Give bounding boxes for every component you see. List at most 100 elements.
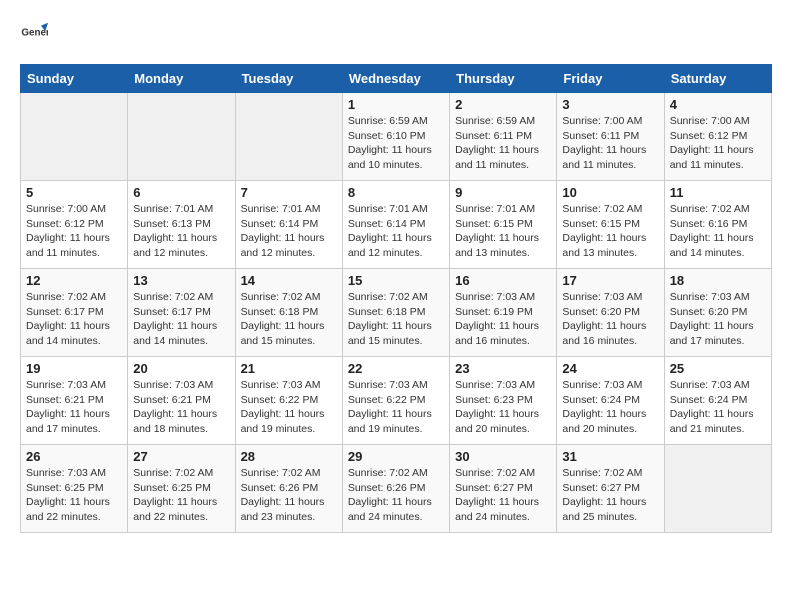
- calendar-cell: 30 Sunrise: 7:02 AMSunset: 6:27 PMDayligh…: [450, 445, 557, 533]
- day-info: Sunrise: 7:00 AMSunset: 6:12 PMDaylight:…: [26, 202, 122, 261]
- day-info: Sunrise: 7:03 AMSunset: 6:24 PMDaylight:…: [562, 378, 658, 437]
- day-number: 21: [241, 361, 337, 376]
- day-number: 22: [348, 361, 444, 376]
- calendar-cell: 15 Sunrise: 7:02 AMSunset: 6:18 PMDayligh…: [342, 269, 449, 357]
- calendar-cell: 27Sunrise: 7:02 AMSunset: 6:25 PMDayligh…: [128, 445, 235, 533]
- day-info: Sunrise: 7:02 AMSunset: 6:18 PMDaylight:…: [241, 290, 337, 349]
- day-info: Sunrise: 7:02 AMSunset: 6:16 PMDaylight:…: [670, 202, 766, 261]
- weekday-header: Saturday: [664, 65, 771, 93]
- day-info: Sunrise: 6:59 AMSunset: 6:10 PMDaylight:…: [348, 114, 444, 173]
- calendar-cell: 9Sunrise: 7:01 AMSunset: 6:15 PMDaylight…: [450, 181, 557, 269]
- day-info: Sunrise: 7:02 AMSunset: 6:26 PMDaylight:…: [348, 466, 444, 525]
- day-info: Sunrise: 7:01 AMSunset: 6:14 PMDaylight:…: [241, 202, 337, 261]
- calendar-week-row: 12Sunrise: 7:02 AMSunset: 6:17 PMDayligh…: [21, 269, 772, 357]
- day-info: Sunrise: 7:03 AMSunset: 6:23 PMDaylight:…: [455, 378, 551, 437]
- day-number: 1: [348, 97, 444, 112]
- weekday-header: Tuesday: [235, 65, 342, 93]
- day-info: Sunrise: 7:03 AMSunset: 6:24 PMDaylight:…: [670, 378, 766, 437]
- calendar-cell: 5Sunrise: 7:00 AMSunset: 6:12 PMDaylight…: [21, 181, 128, 269]
- calendar-header: SundayMondayTuesdayWednesdayThursdayFrid…: [21, 65, 772, 93]
- calendar-cell: 20 Sunrise: 7:03 AMSunset: 6:21 PMDayligh…: [128, 357, 235, 445]
- day-number: 7: [241, 185, 337, 200]
- calendar-cell: 28 Sunrise: 7:02 AMSunset: 6:26 PMDayligh…: [235, 445, 342, 533]
- day-info: Sunrise: 7:01 AMSunset: 6:13 PMDaylight:…: [133, 202, 229, 261]
- weekday-header: Thursday: [450, 65, 557, 93]
- day-number: 20: [133, 361, 229, 376]
- calendar-cell: 14 Sunrise: 7:02 AMSunset: 6:18 PMDayligh…: [235, 269, 342, 357]
- day-info: Sunrise: 7:02 AMSunset: 6:27 PMDaylight:…: [562, 466, 658, 525]
- calendar-body: 1 Sunrise: 6:59 AMSunset: 6:10 PMDaylight…: [21, 93, 772, 533]
- calendar-cell: 4Sunrise: 7:00 AMSunset: 6:12 PMDaylight…: [664, 93, 771, 181]
- day-number: 28: [241, 449, 337, 464]
- calendar-cell: 11 Sunrise: 7:02 AMSunset: 6:16 PMDayligh…: [664, 181, 771, 269]
- calendar-cell: 13Sunrise: 7:02 AMSunset: 6:17 PMDayligh…: [128, 269, 235, 357]
- day-info: Sunrise: 7:01 AMSunset: 6:15 PMDaylight:…: [455, 202, 551, 261]
- weekday-header: Monday: [128, 65, 235, 93]
- day-number: 24: [562, 361, 658, 376]
- day-number: 2: [455, 97, 551, 112]
- calendar-cell: 25 Sunrise: 7:03 AMSunset: 6:24 PMDayligh…: [664, 357, 771, 445]
- day-number: 11: [670, 185, 766, 200]
- calendar-week-row: 26 Sunrise: 7:03 AMSunset: 6:25 PMDayligh…: [21, 445, 772, 533]
- page-header: General: [20, 20, 772, 48]
- calendar-cell: 2Sunrise: 6:59 AMSunset: 6:11 PMDaylight…: [450, 93, 557, 181]
- day-info: Sunrise: 7:02 AMSunset: 6:27 PMDaylight:…: [455, 466, 551, 525]
- calendar-cell: 8Sunrise: 7:01 AMSunset: 6:14 PMDaylight…: [342, 181, 449, 269]
- calendar-week-row: 5Sunrise: 7:00 AMSunset: 6:12 PMDaylight…: [21, 181, 772, 269]
- calendar-cell: 1 Sunrise: 6:59 AMSunset: 6:10 PMDaylight…: [342, 93, 449, 181]
- day-info: Sunrise: 7:02 AMSunset: 6:15 PMDaylight:…: [562, 202, 658, 261]
- day-info: Sunrise: 7:03 AMSunset: 6:21 PMDaylight:…: [133, 378, 229, 437]
- day-number: 15: [348, 273, 444, 288]
- logo-icon: General: [20, 20, 48, 48]
- calendar-cell: [664, 445, 771, 533]
- day-number: 6: [133, 185, 229, 200]
- day-info: Sunrise: 7:03 AMSunset: 6:25 PMDaylight:…: [26, 466, 122, 525]
- calendar-cell: 16 Sunrise: 7:03 AMSunset: 6:19 PMDayligh…: [450, 269, 557, 357]
- day-number: 12: [26, 273, 122, 288]
- day-number: 25: [670, 361, 766, 376]
- day-info: Sunrise: 7:03 AMSunset: 6:20 PMDaylight:…: [562, 290, 658, 349]
- day-info: Sunrise: 7:02 AMSunset: 6:26 PMDaylight:…: [241, 466, 337, 525]
- day-number: 26: [26, 449, 122, 464]
- day-info: Sunrise: 7:03 AMSunset: 6:19 PMDaylight:…: [455, 290, 551, 349]
- day-info: Sunrise: 7:03 AMSunset: 6:22 PMDaylight:…: [348, 378, 444, 437]
- day-number: 10: [562, 185, 658, 200]
- day-number: 3: [562, 97, 658, 112]
- day-number: 18: [670, 273, 766, 288]
- day-number: 13: [133, 273, 229, 288]
- weekday-header: Wednesday: [342, 65, 449, 93]
- calendar-cell: 18 Sunrise: 7:03 AMSunset: 6:20 PMDayligh…: [664, 269, 771, 357]
- day-number: 17: [562, 273, 658, 288]
- day-number: 31: [562, 449, 658, 464]
- calendar-week-row: 1 Sunrise: 6:59 AMSunset: 6:10 PMDaylight…: [21, 93, 772, 181]
- calendar-cell: 29 Sunrise: 7:02 AMSunset: 6:26 PMDayligh…: [342, 445, 449, 533]
- day-number: 27: [133, 449, 229, 464]
- calendar-cell: 7 Sunrise: 7:01 AMSunset: 6:14 PMDaylight…: [235, 181, 342, 269]
- day-number: 4: [670, 97, 766, 112]
- calendar-cell: 10 Sunrise: 7:02 AMSunset: 6:15 PMDayligh…: [557, 181, 664, 269]
- day-info: Sunrise: 7:03 AMSunset: 6:21 PMDaylight:…: [26, 378, 122, 437]
- calendar-cell: 6 Sunrise: 7:01 AMSunset: 6:13 PMDaylight…: [128, 181, 235, 269]
- day-number: 30: [455, 449, 551, 464]
- calendar-cell: 26 Sunrise: 7:03 AMSunset: 6:25 PMDayligh…: [21, 445, 128, 533]
- weekday-row: SundayMondayTuesdayWednesdayThursdayFrid…: [21, 65, 772, 93]
- day-number: 23: [455, 361, 551, 376]
- calendar-cell: 24 Sunrise: 7:03 AMSunset: 6:24 PMDayligh…: [557, 357, 664, 445]
- day-number: 16: [455, 273, 551, 288]
- logo: General: [20, 20, 52, 48]
- calendar-cell: 23 Sunrise: 7:03 AMSunset: 6:23 PMDayligh…: [450, 357, 557, 445]
- calendar-cell: [128, 93, 235, 181]
- day-info: Sunrise: 7:02 AMSunset: 6:18 PMDaylight:…: [348, 290, 444, 349]
- calendar-cell: 12Sunrise: 7:02 AMSunset: 6:17 PMDayligh…: [21, 269, 128, 357]
- day-info: Sunrise: 7:03 AMSunset: 6:22 PMDaylight:…: [241, 378, 337, 437]
- calendar-cell: 31 Sunrise: 7:02 AMSunset: 6:27 PMDayligh…: [557, 445, 664, 533]
- calendar-cell: 17 Sunrise: 7:03 AMSunset: 6:20 PMDayligh…: [557, 269, 664, 357]
- day-number: 14: [241, 273, 337, 288]
- day-info: Sunrise: 7:01 AMSunset: 6:14 PMDaylight:…: [348, 202, 444, 261]
- calendar-cell: 19Sunrise: 7:03 AMSunset: 6:21 PMDayligh…: [21, 357, 128, 445]
- day-number: 29: [348, 449, 444, 464]
- day-info: Sunrise: 7:03 AMSunset: 6:20 PMDaylight:…: [670, 290, 766, 349]
- calendar-cell: 3 Sunrise: 7:00 AMSunset: 6:11 PMDaylight…: [557, 93, 664, 181]
- day-info: Sunrise: 7:00 AMSunset: 6:11 PMDaylight:…: [562, 114, 658, 173]
- calendar-cell: 21 Sunrise: 7:03 AMSunset: 6:22 PMDayligh…: [235, 357, 342, 445]
